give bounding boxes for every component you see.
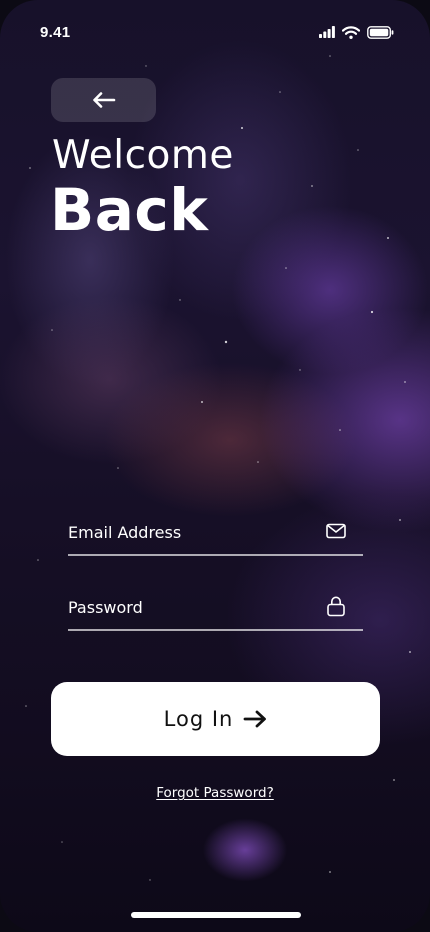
- password-input[interactable]: [68, 595, 318, 619]
- email-field: [68, 514, 363, 556]
- lock-icon: [327, 596, 345, 617]
- back-button[interactable]: [51, 78, 156, 122]
- title-welcome: Welcome: [52, 133, 234, 178]
- arrow-right-icon: [243, 710, 267, 728]
- battery-icon: [367, 25, 394, 39]
- password-field: [68, 589, 363, 631]
- home-indicator[interactable]: [131, 912, 301, 918]
- email-input[interactable]: [68, 520, 318, 544]
- arrow-left-icon: [92, 92, 115, 108]
- login-screen: 9.41 Welcome Back Email Address Log In F…: [0, 0, 430, 932]
- login-button[interactable]: Log In: [51, 682, 380, 756]
- cellular-signal-icon: [319, 26, 335, 38]
- status-icons: [319, 25, 394, 39]
- forgot-password-link[interactable]: Forgot Password?: [0, 785, 430, 801]
- status-time: 9.41: [40, 23, 71, 41]
- mail-icon: [326, 523, 346, 539]
- title-back: Back: [50, 176, 209, 244]
- login-button-label: Log In: [163, 707, 234, 731]
- wifi-icon: [342, 25, 360, 39]
- status-bar: 9.41: [40, 22, 394, 42]
